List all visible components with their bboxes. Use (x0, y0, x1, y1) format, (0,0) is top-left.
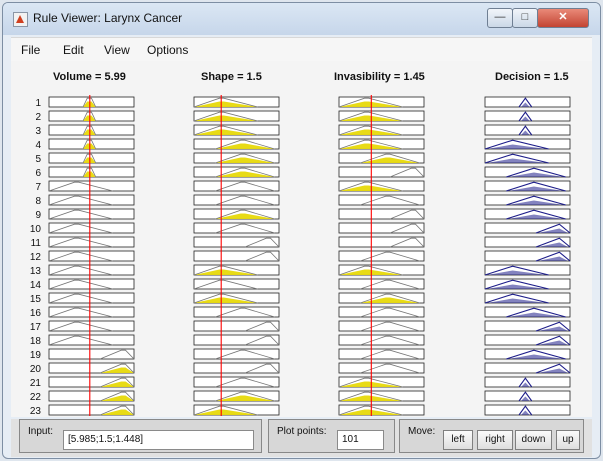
move-up-button[interactable]: up (556, 430, 580, 450)
rule-viewer-window: Rule Viewer: Larynx Cancer — □ ✕ File Ed… (2, 2, 601, 459)
menu-file[interactable]: File (21, 43, 40, 57)
move-left-button[interactable]: left (443, 430, 473, 450)
move-label: Move: (408, 426, 436, 437)
rule-cell-frame (48, 250, 135, 262)
rule-cell-frame (338, 334, 425, 346)
menu-view[interactable]: View (104, 43, 130, 57)
rule-cell-frame (193, 348, 280, 360)
rule-plots[interactable] (11, 61, 592, 417)
rule-cell-frame (338, 278, 425, 290)
rule-cell-frame (48, 320, 135, 332)
rule-cell-frame (48, 306, 135, 318)
rule-cell-frame (338, 250, 425, 262)
rule-cell-frame (338, 306, 425, 318)
title-bar: Rule Viewer: Larynx Cancer — □ ✕ (3, 3, 600, 35)
rule-cell-frame (193, 222, 280, 234)
matlab-icon (13, 12, 28, 27)
move-right-button[interactable]: right (477, 430, 513, 450)
input-label: Input: (28, 426, 54, 437)
move-group: Move: left right down up (399, 419, 584, 453)
menu-options[interactable]: Options (147, 43, 188, 57)
menu-bar: File Edit View Options (11, 37, 592, 63)
rule-cell-frame (48, 194, 135, 206)
rule-cell-frame (338, 362, 425, 374)
rule-cell-frame (338, 194, 425, 206)
menu-edit[interactable]: Edit (63, 43, 84, 57)
rule-cell-frame (48, 292, 135, 304)
rule-cell-frame (48, 236, 135, 248)
rule-cell-frame (48, 180, 135, 192)
rule-cell-frame (48, 278, 135, 290)
bottom-panel: Input: [5.985;1.5;1.448] Plot points: 10… (11, 419, 592, 457)
rule-cell-frame (48, 334, 135, 346)
rule-cell-frame (338, 320, 425, 332)
rule-cell-frame (48, 208, 135, 220)
rule-cell-frame (48, 222, 135, 234)
minimize-button[interactable]: — (487, 8, 513, 28)
window-title: Rule Viewer: Larynx Cancer (33, 11, 183, 25)
rule-cell-frame (193, 180, 280, 192)
rule-cell-frame (193, 306, 280, 318)
move-down-button[interactable]: down (515, 430, 552, 450)
rule-cell-frame (338, 348, 425, 360)
rule-cell-frame (193, 376, 280, 388)
plot-points-group: Plot points: 101 (268, 419, 395, 453)
plot-points-label: Plot points: (277, 426, 327, 437)
maximize-button[interactable]: □ (512, 8, 538, 28)
rule-cell-frame (48, 264, 135, 276)
rule-cell-frame (193, 194, 280, 206)
plot-points-field[interactable]: 101 (337, 430, 384, 450)
close-button[interactable]: ✕ (537, 8, 589, 28)
input-group: Input: [5.985;1.5;1.448] (19, 419, 262, 453)
rule-cell-frame (193, 278, 280, 290)
input-field[interactable]: [5.985;1.5;1.448] (63, 430, 254, 450)
rule-plot-area[interactable]: Volume = 5.99 Shape = 1.5 Invasibility =… (11, 61, 592, 417)
